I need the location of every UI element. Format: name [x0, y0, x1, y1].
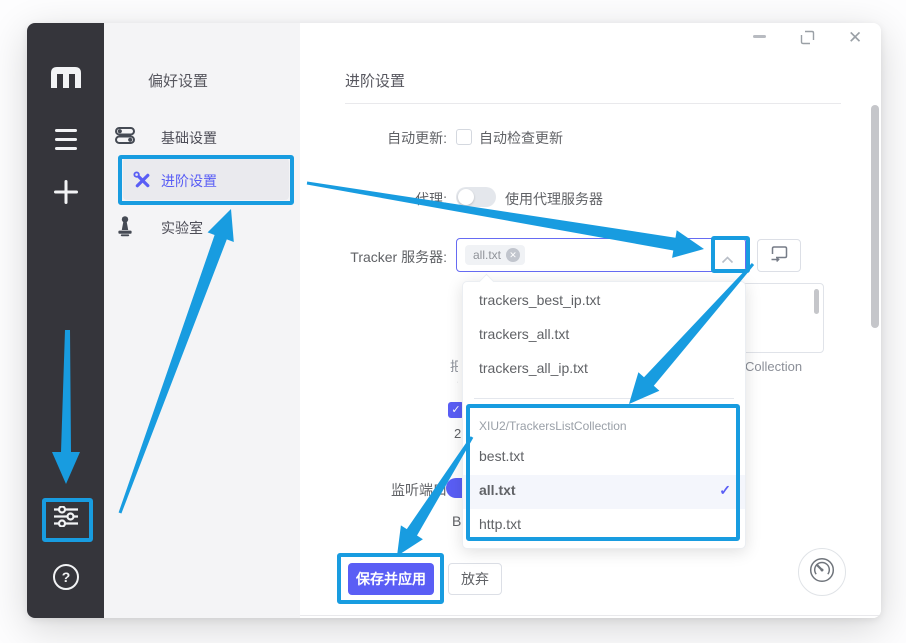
- auto-update-option-label: 自动检查更新: [479, 128, 563, 148]
- app-sidebar: ?: [27, 23, 104, 618]
- dropdown-group-header: XIU2/TrackersListCollection: [479, 419, 627, 433]
- title-divider: [345, 103, 841, 104]
- motrix-logo-icon: [51, 67, 81, 93]
- footer-divider: [300, 615, 881, 616]
- dropdown-option[interactable]: trackers_all.txt: [479, 326, 569, 346]
- dropdown-option-selected[interactable]: all.txt ✓: [463, 475, 745, 509]
- dropdown-divider: [474, 398, 734, 399]
- dropdown-option[interactable]: http.txt: [479, 516, 521, 536]
- help-icon[interactable]: ?: [53, 564, 79, 590]
- toggle-knob: [458, 189, 474, 205]
- proxy-toggle[interactable]: [456, 187, 496, 207]
- add-task-icon[interactable]: [53, 179, 79, 210]
- sync-tracker-button[interactable]: [757, 239, 801, 272]
- speed-test-button[interactable]: [798, 548, 846, 596]
- listen-port-label: 监听端口: [300, 480, 447, 500]
- timestamp-fragment: 2: [454, 426, 461, 441]
- tracker-select[interactable]: all.txt ✕: [456, 238, 746, 272]
- speedometer-icon: [808, 556, 836, 589]
- auto-update-label: 自动更新:: [300, 128, 447, 148]
- sidebar-item-basic-settings[interactable]: 基础设置: [104, 123, 300, 157]
- sidebar-item-label: 基础设置: [161, 128, 217, 148]
- tracker-server-label: Tracker 服务器:: [300, 247, 447, 267]
- dropdown-option[interactable]: trackers_best_ip.txt: [479, 292, 600, 312]
- auto-update-checkbox[interactable]: [456, 129, 472, 145]
- minimize-button[interactable]: [753, 35, 766, 38]
- chevron-up-icon[interactable]: [721, 251, 734, 269]
- preferences-panel: 偏好设置 基础设置: [104, 23, 300, 618]
- sidebar-item-label: 进阶设置: [161, 171, 217, 191]
- hint-text-fragment: 〈: [450, 372, 458, 391]
- proxy-option-label: 使用代理服务器: [505, 189, 603, 209]
- tracker-dropdown: trackers_best_ip.txt trackers_all.txt tr…: [462, 281, 746, 549]
- panel-title: 偏好设置: [148, 70, 208, 91]
- tag-remove-icon[interactable]: ✕: [506, 248, 520, 262]
- close-button[interactable]: ✕: [848, 28, 862, 48]
- sidebar-item-advanced-settings[interactable]: 进阶设置: [123, 158, 289, 200]
- sync-icon: [770, 245, 789, 267]
- textarea-scrollbar[interactable]: [814, 289, 819, 314]
- selected-tag: all.txt ✕: [465, 245, 525, 265]
- tag-label: all.txt: [473, 248, 501, 262]
- dropdown-option[interactable]: trackers_all_ip.txt: [479, 360, 588, 380]
- sidebar-item-label: 实验室: [161, 218, 203, 238]
- dropdown-option-label: all.txt: [479, 482, 516, 502]
- advanced-settings-page: ✕ 进阶设置 自动更新: 自动检查更新 代理: 使用代理服务器 Tracker …: [300, 23, 881, 618]
- save-apply-button[interactable]: 保存并应用: [348, 563, 434, 595]
- page-title: 进阶设置: [345, 70, 405, 91]
- sidebar-item-lab[interactable]: 实验室: [104, 212, 300, 246]
- bt-text-fragment: B: [452, 513, 461, 529]
- discard-button[interactable]: 放弃: [448, 563, 502, 595]
- collection-link-fragment[interactable]: Collection: [745, 359, 802, 374]
- help-glyph: ?: [62, 569, 71, 585]
- toggles-icon: [115, 127, 135, 149]
- lab-stamp-icon: [116, 216, 134, 242]
- task-list-icon[interactable]: [55, 129, 77, 150]
- proxy-label: 代理:: [300, 189, 447, 209]
- app-window: ? 偏好设置 基础设置: [27, 23, 881, 618]
- maximize-button[interactable]: [800, 30, 815, 50]
- dropdown-notch: [479, 274, 495, 290]
- tools-icon: [132, 170, 153, 196]
- check-icon: ✓: [719, 482, 731, 499]
- preferences-sliders-icon[interactable]: [54, 506, 78, 532]
- dropdown-option[interactable]: best.txt: [479, 448, 524, 468]
- window-scrollbar[interactable]: [871, 105, 879, 328]
